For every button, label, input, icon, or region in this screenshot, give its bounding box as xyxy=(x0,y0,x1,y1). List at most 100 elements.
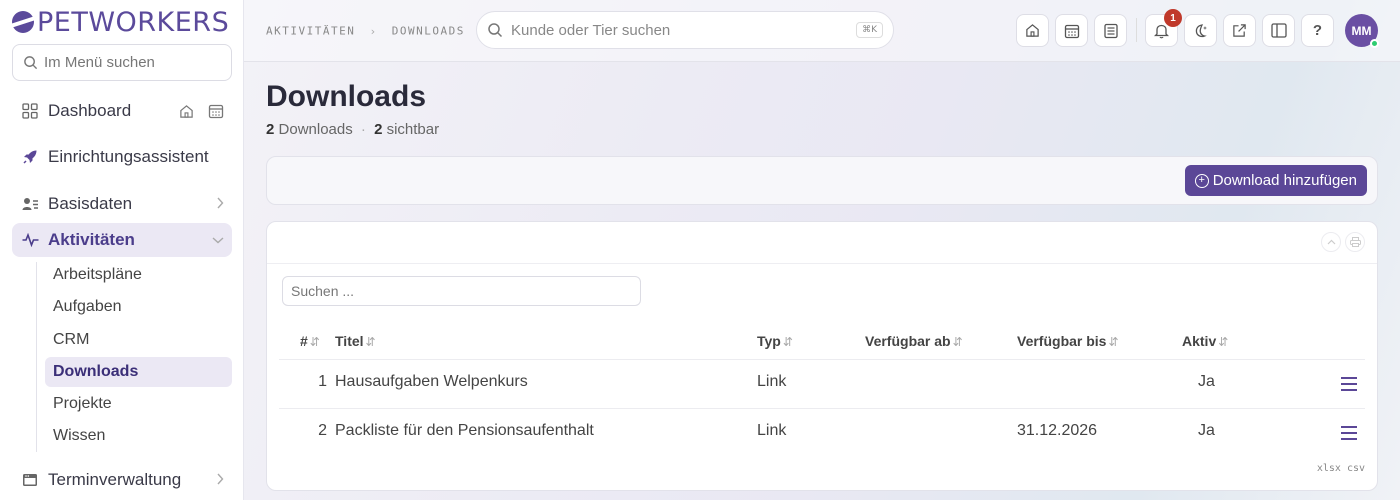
page-title: Downloads xyxy=(266,80,427,113)
home-button[interactable] xyxy=(1016,14,1049,47)
calendar-icon[interactable] xyxy=(208,103,224,119)
online-status-dot xyxy=(1370,39,1379,48)
row-menu-icon[interactable] xyxy=(1341,426,1357,440)
action-bar: + Download hinzufügen xyxy=(266,156,1378,205)
chevron-right-icon xyxy=(216,473,224,488)
row-divider xyxy=(279,408,1365,409)
calendar-button[interactable] xyxy=(1055,14,1088,47)
add-download-button[interactable]: + Download hinzufügen xyxy=(1184,165,1367,196)
sidebar-item-aktivitaeten[interactable]: Aktivitäten xyxy=(12,223,232,257)
sort-icon: ⇵ xyxy=(309,335,320,349)
plus-circle-icon: + xyxy=(1194,173,1209,188)
user-avatar[interactable]: MM xyxy=(1345,14,1379,48)
row-divider xyxy=(279,359,1365,360)
menu-search-input[interactable] xyxy=(44,54,243,71)
sidebar-item-dashboard[interactable]: Dashboard xyxy=(12,94,232,128)
sidebar-item-label: Dashboard xyxy=(48,101,132,120)
column-header-title[interactable]: Titel ⇵ xyxy=(335,333,376,349)
subtitle-separator: · xyxy=(360,121,366,138)
export-csv-link[interactable]: csv xyxy=(1347,463,1365,474)
row-number: 1 xyxy=(318,373,327,390)
sidebar-subitem-crm[interactable]: CRM xyxy=(45,325,232,355)
home-icon xyxy=(1026,24,1039,37)
sidebar-item-label: Einrichtungsassistent xyxy=(48,147,209,166)
calendar-icon xyxy=(1064,24,1079,38)
external-link-button[interactable] xyxy=(1223,14,1256,47)
main-content: AKTIVITÄTEN › DOWNLOADS ⌘K 1 xyxy=(244,0,1400,500)
toolbar-separator xyxy=(1136,18,1137,42)
sidebar-icon xyxy=(1270,23,1287,38)
users-list-icon xyxy=(20,196,40,212)
sidebar-item-label: Basisdaten xyxy=(48,194,133,213)
column-header-number[interactable]: # ⇵ xyxy=(300,333,320,349)
row-active: Ja xyxy=(1198,373,1215,390)
column-header-available-from[interactable]: Verfügbar ab ⇵ xyxy=(865,333,963,349)
total-count: 2 xyxy=(266,121,275,138)
grid-icon xyxy=(20,103,40,119)
submenu-line xyxy=(36,262,37,452)
search-icon xyxy=(487,22,503,38)
sidebar-item-basisdaten[interactable]: Basisdaten xyxy=(12,187,232,221)
rocket-icon xyxy=(20,149,40,165)
page-subtitle: 2 Downloads · 2 sichtbar xyxy=(266,121,439,138)
search-icon xyxy=(23,55,38,70)
breadcrumb: AKTIVITÄTEN › DOWNLOADS xyxy=(266,24,465,38)
card-divider xyxy=(267,263,1377,264)
app-logo[interactable]: PETWORKERS xyxy=(12,6,229,38)
chevron-right-icon xyxy=(216,197,224,212)
sidebar-subitem-downloads[interactable]: Downloads xyxy=(45,357,232,387)
row-title: Packliste für den Pensionsaufenthalt xyxy=(335,422,594,439)
logo-text: PETWORKERS xyxy=(37,6,230,38)
export-links: xlsx csv xyxy=(1317,463,1365,474)
downloads-table-card: #⇵ Titel⇵ Typ⇵ Verfügbar ab⇵ Verfügbar b… xyxy=(266,221,1378,491)
logo-mark-icon xyxy=(12,11,34,33)
collapse-button[interactable] xyxy=(1321,232,1341,252)
sort-icon: ⇵ xyxy=(365,335,376,349)
breadcrumb-item-aktivitaeten[interactable]: AKTIVITÄTEN xyxy=(266,25,355,38)
customer-search: ⌘K xyxy=(476,11,894,49)
activity-icon xyxy=(20,233,40,247)
row-available-until: 31.12.2026 xyxy=(1017,422,1098,439)
customer-search-input[interactable] xyxy=(511,21,857,39)
sort-icon: ⇵ xyxy=(782,335,793,349)
home-icon[interactable] xyxy=(179,104,194,119)
topbar: AKTIVITÄTEN › DOWNLOADS ⌘K 1 xyxy=(244,0,1400,62)
sidebar-item-einrichtungsassistent[interactable]: Einrichtungsassistent xyxy=(12,140,232,174)
sidebar-toggle-button[interactable] xyxy=(1262,14,1295,47)
sort-icon: ⇵ xyxy=(1218,335,1229,349)
total-count-label: Downloads xyxy=(278,121,353,138)
row-active: Ja xyxy=(1198,422,1215,439)
list-icon xyxy=(1103,23,1118,38)
chevron-down-icon xyxy=(212,233,224,247)
shortcut-hint: ⌘K xyxy=(856,22,883,38)
sidebar-item-terminverwaltung[interactable]: Terminverwaltung xyxy=(12,463,232,497)
row-number: 2 xyxy=(318,422,327,439)
row-title: Hausaufgaben Welpenkurs xyxy=(335,373,528,390)
chevron-up-icon xyxy=(1327,239,1335,245)
column-header-type[interactable]: Typ ⇵ xyxy=(757,333,793,349)
table-search-input[interactable] xyxy=(282,276,641,306)
print-button[interactable] xyxy=(1345,232,1365,252)
list-button[interactable] xyxy=(1094,14,1127,47)
avatar-initials: MM xyxy=(1351,23,1372,38)
row-menu-icon[interactable] xyxy=(1341,377,1357,391)
breadcrumb-separator: › xyxy=(369,24,378,38)
column-header-active[interactable]: Aktiv ⇵ xyxy=(1182,333,1228,349)
visible-count-label: sichtbar xyxy=(386,121,440,138)
external-link-icon xyxy=(1233,24,1246,37)
sidebar-subitem-arbeitsplaene[interactable]: Arbeitspläne xyxy=(45,260,232,290)
sort-icon: ⇵ xyxy=(1108,335,1119,349)
help-button[interactable]: ? xyxy=(1301,14,1334,47)
sidebar-subitem-wissen[interactable]: Wissen xyxy=(45,421,232,451)
theme-toggle-button[interactable] xyxy=(1184,14,1217,47)
sidebar-item-label: Terminverwaltung xyxy=(48,470,182,489)
column-header-available-until[interactable]: Verfügbar bis ⇵ xyxy=(1017,333,1119,349)
visible-count: 2 xyxy=(374,121,383,138)
notifications-button[interactable]: 1 xyxy=(1145,9,1182,47)
sidebar-subitem-aufgaben[interactable]: Aufgaben xyxy=(45,292,232,322)
sort-icon: ⇵ xyxy=(952,335,963,349)
printer-icon xyxy=(1349,237,1361,247)
row-type: Link xyxy=(757,373,787,390)
export-xlsx-link[interactable]: xlsx xyxy=(1317,463,1341,474)
sidebar-subitem-projekte[interactable]: Projekte xyxy=(45,389,232,419)
